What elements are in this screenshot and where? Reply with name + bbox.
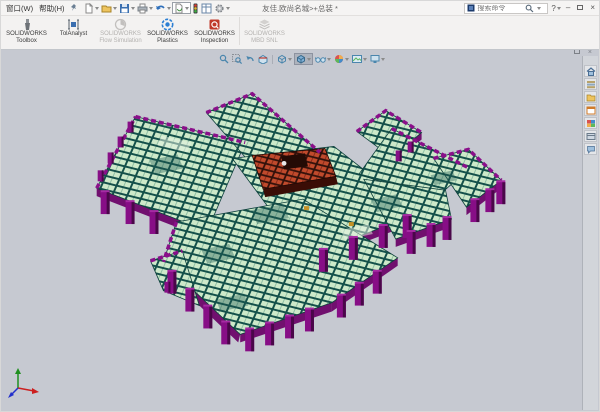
title-bar: 窗口(W) 帮助(H)	[1, 1, 599, 16]
search-box[interactable]	[464, 3, 548, 14]
help-button[interactable]: ?	[551, 4, 560, 13]
toolbar-separator	[239, 17, 240, 45]
display-style-icon[interactable]	[294, 53, 313, 65]
restore-button[interactable]	[575, 4, 585, 12]
menu-window[interactable]: 窗口(W)	[3, 3, 36, 14]
rebuild-button[interactable]	[172, 2, 191, 14]
print-button[interactable]	[136, 2, 154, 14]
solidworks-search-icon	[467, 4, 475, 12]
toolbar-separator	[272, 55, 273, 64]
zoom-to-area-icon[interactable]	[231, 53, 243, 65]
solidworks-resources-icon[interactable]	[584, 65, 597, 77]
task-pane	[582, 56, 598, 410]
addins-toolbar: SOLIDWORKS Toolbox TolAnalyst SOLIDWORKS…	[1, 15, 599, 50]
custom-properties-icon[interactable]	[584, 130, 597, 142]
flow-simulation-icon	[97, 17, 144, 31]
save-button[interactable]	[118, 2, 136, 14]
open-button[interactable]	[100, 2, 118, 14]
zoom-to-fit-icon[interactable]	[218, 53, 230, 65]
reference-triad	[6, 366, 42, 400]
doc-restore-button[interactable]	[572, 49, 582, 57]
section-view-icon[interactable]	[257, 53, 269, 65]
pushpin-icon[interactable]	[70, 0, 78, 17]
selection-filter-button[interactable]	[191, 2, 200, 14]
addin-inspection[interactable]: SOLIDWORKS Inspection	[191, 16, 238, 44]
menu-help[interactable]: 帮助(H)	[36, 3, 67, 14]
addin-tolanalyst[interactable]: TolAnalyst	[50, 16, 97, 38]
document-window-controls: ×	[572, 49, 594, 57]
minimize-button[interactable]: –	[564, 4, 572, 12]
apply-scene-icon[interactable]	[351, 53, 368, 65]
search-magnifier-icon[interactable]	[525, 4, 534, 13]
addin-flow-simulation[interactable]: SOLIDWORKS Flow Simulation	[97, 16, 144, 44]
edit-appearance-icon[interactable]	[333, 53, 350, 65]
solidworks-window: 窗口(W) 帮助(H)	[0, 0, 600, 412]
undo-button[interactable]	[154, 2, 172, 14]
headsup-view-toolbar	[218, 53, 386, 65]
file-explorer-icon[interactable]	[584, 91, 597, 103]
hide-show-items-icon[interactable]	[314, 53, 332, 65]
view-palette-icon[interactable]	[584, 104, 597, 116]
new-button[interactable]	[83, 2, 100, 14]
doc-close-button[interactable]: ×	[586, 49, 594, 57]
close-button[interactable]: ×	[588, 4, 597, 12]
file-properties-button[interactable]	[200, 2, 213, 14]
tolanalyst-icon	[50, 17, 97, 31]
solidworks-forum-icon[interactable]	[584, 143, 597, 155]
appearances-scenes-icon[interactable]	[584, 117, 597, 129]
addin-plastics[interactable]: SOLIDWORKS Plastics	[144, 16, 191, 44]
options-button[interactable]	[213, 2, 231, 14]
quick-access-toolbar	[83, 2, 231, 14]
addin-mbd-snl[interactable]: SOLIDWORKS MBD SNL	[241, 16, 288, 44]
plastics-icon	[144, 17, 191, 31]
y-axis-arrow	[15, 368, 21, 374]
x-axis-arrow	[32, 388, 39, 394]
titlebar-right: ? – ×	[464, 3, 597, 14]
toolbox-icon	[3, 17, 50, 31]
design-library-icon[interactable]	[584, 78, 597, 90]
addin-toolbox[interactable]: SOLIDWORKS Toolbox	[3, 16, 50, 44]
graphics-viewport[interactable]: ×	[2, 49, 598, 410]
view-settings-icon[interactable]	[369, 53, 386, 65]
document-title: 友佳.欧尚名城>+总装 *	[262, 3, 338, 14]
inspection-icon	[191, 17, 238, 31]
mbd-snl-icon	[241, 17, 288, 31]
search-scope-caret[interactable]	[537, 7, 541, 10]
model-3d-view[interactable]	[2, 49, 598, 410]
search-input[interactable]	[477, 5, 523, 12]
view-orientation-icon[interactable]	[276, 53, 293, 65]
previous-view-icon[interactable]	[244, 53, 256, 65]
